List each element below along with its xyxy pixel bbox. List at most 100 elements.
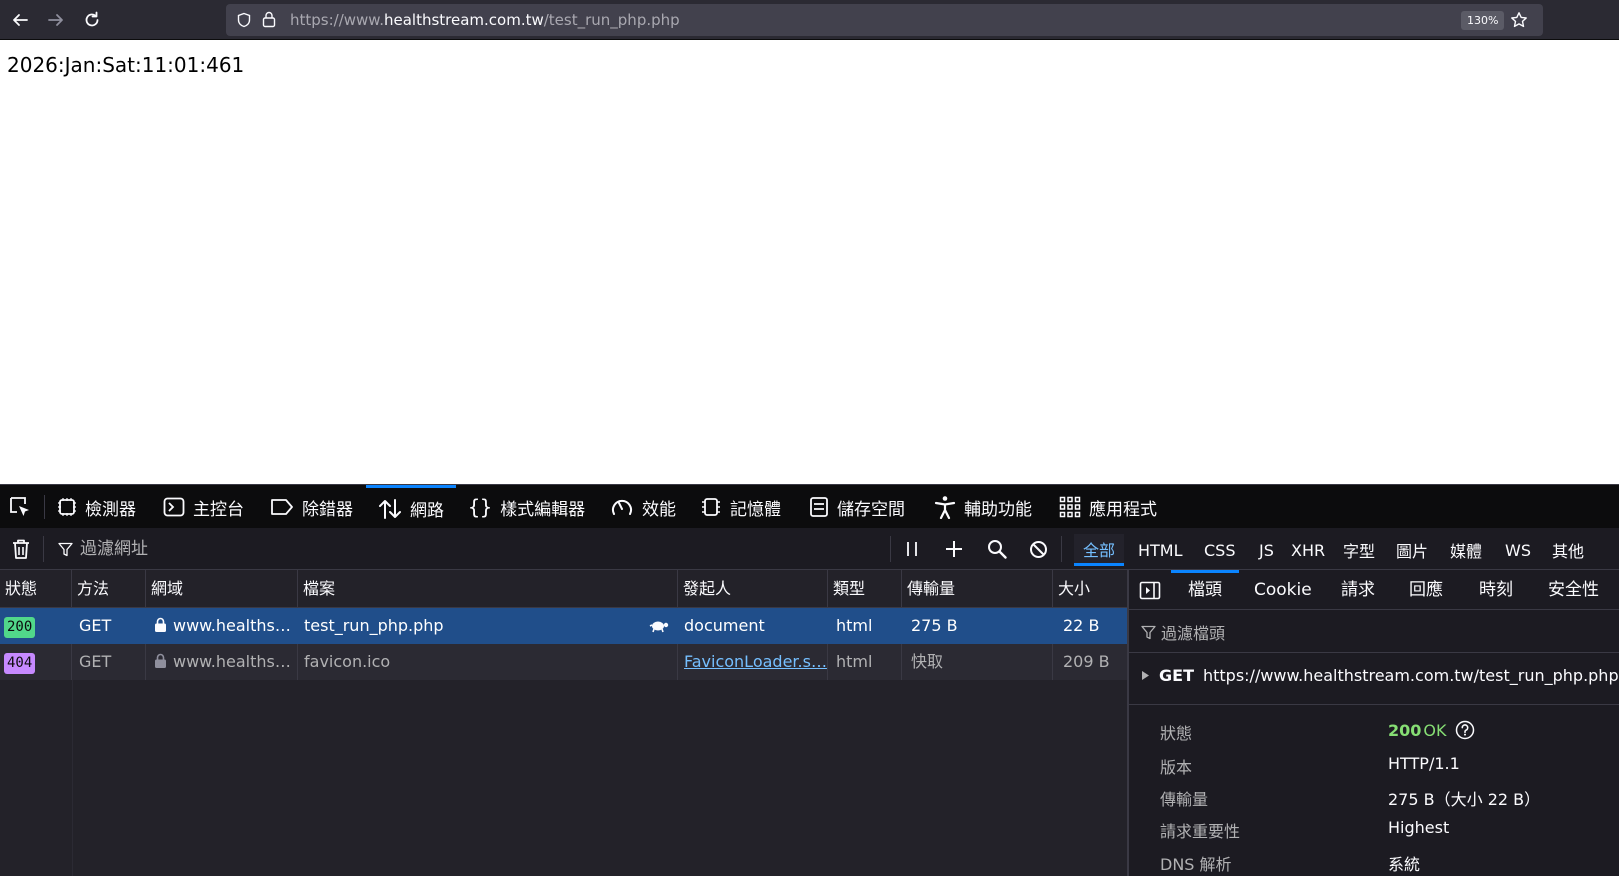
status-code-badge: 200 [4,617,36,638]
page-date-text: 2026:Jan:Sat:11:01:461 [7,53,245,77]
browser-toolbar: https://www.healthstream.com.tw/test_run… [0,0,1619,40]
tab-label: 儲存空間 [837,499,905,520]
type-filter-ws[interactable]: WS [1496,534,1540,566]
tab-console[interactable]: 主控台 [163,485,244,529]
col-header-status[interactable]: 狀態 [0,570,72,608]
tab-network[interactable]: 網路 [366,485,456,529]
tab-application[interactable]: 應用程式 [1059,485,1157,529]
domain-text: www.healths… [173,616,291,635]
expand-triangle-icon [1142,671,1149,680]
tab-label: 輔助功能 [964,499,1032,520]
col-header-domain[interactable]: 網域 [146,570,298,608]
details-tab-cookies[interactable]: Cookie [1254,570,1312,610]
filter-headers-field[interactable]: 過濾檔頭 [1141,620,1225,644]
element-picker-button[interactable] [8,485,32,529]
tab-debugger[interactable]: 除錯器 [270,485,353,529]
url-path: /test_run_php.php [543,11,680,29]
toggle-sidebar-icon[interactable] [1139,581,1161,600]
request-url: https://www.healthstream.com.tw/test_run… [1202,666,1619,685]
divider [1129,652,1619,653]
cell-domain: www.healths… [146,644,298,680]
cell-method: GET [72,644,146,680]
reload-button[interactable] [80,8,104,32]
reload-icon [85,11,99,27]
tab-accessibility[interactable]: 輔助功能 [934,485,1032,529]
forward-button[interactable] [44,8,68,32]
version-value: HTTP/1.1 [1388,754,1460,773]
cell-status: 200 [0,608,72,644]
url-host: healthstream.com.tw [383,11,544,29]
version-label: 版本 [1160,758,1193,777]
cell-type: html [828,608,902,644]
type-filter-all[interactable]: 全部 [1074,534,1125,566]
type-filter-xhr[interactable]: XHR [1282,534,1334,566]
pause-icon[interactable] [905,541,919,557]
devtools-panel: 檢測器 主控台 除錯器 網路 {} 樣式編輯器 效能 記憶體 儲存空間 輔助功能… [0,484,1619,876]
details-tab-headers[interactable]: 檔頭 [1171,570,1239,610]
status-label: 狀態 [1160,724,1193,743]
col-header-file[interactable]: 檔案 [298,570,678,608]
col-header-initiator[interactable]: 發起人 [678,570,828,608]
file-name: test_run_php.php [304,616,444,635]
col-header-type[interactable]: 類型 [828,570,902,608]
type-filter-images[interactable]: 圖片 [1387,534,1437,566]
divider [1129,704,1619,705]
tab-style-editor[interactable]: {} 樣式編輯器 [468,485,585,529]
zoom-level-badge[interactable]: 130% [1461,11,1505,30]
url-bar[interactable]: https://www.healthstream.com.tw/test_run… [226,4,1543,36]
lock-icon [155,617,166,632]
request-summary-toggle[interactable]: GET https://www.healthstream.com.tw/test… [1141,666,1619,685]
cell-domain: www.healths… [146,608,298,644]
status-text: OK [1423,720,1447,740]
tab-label: 主控台 [193,499,244,520]
tab-label: 應用程式 [1089,499,1157,520]
performance-icon [612,499,632,515]
plus-icon[interactable] [945,540,963,558]
col-header-size[interactable]: 大小 [1053,570,1128,608]
page-content: 2026:Jan:Sat:11:01:461 [0,41,1619,484]
tracker-turtle-icon [649,621,669,633]
block-icon[interactable] [1029,540,1048,559]
type-filter-css[interactable]: CSS [1195,534,1244,566]
cell-initiator: document [678,608,828,644]
details-tab-security[interactable]: 安全性 [1548,570,1599,610]
accessibility-icon [934,496,956,519]
table-header-row: 狀態 方法 網域 檔案 發起人 類型 傳輸量 大小 [0,570,1128,608]
trash-icon[interactable] [11,538,31,560]
bookmark-star-icon[interactable] [1510,11,1528,29]
url-text[interactable]: https://www.healthstream.com.tw/test_run… [290,11,680,29]
cell-file: test_run_php.php [298,608,678,644]
tab-memory[interactable]: 記憶體 [700,485,781,529]
col-header-transferred[interactable]: 傳輸量 [902,570,1053,608]
details-tab-timings[interactable]: 時刻 [1479,570,1513,610]
type-filter-fonts[interactable]: 字型 [1334,534,1384,566]
type-filter-media[interactable]: 媒體 [1441,534,1491,566]
domain-text: www.healths… [173,652,291,671]
tab-storage[interactable]: 儲存空間 [809,485,905,529]
details-tab-response[interactable]: 回應 [1409,570,1443,610]
element-picker-icon [10,497,29,516]
table-row[interactable]: 200 GET www.healths… test_run_php.php do… [0,608,1128,644]
initiator-link[interactable]: FaviconLoader.s… [684,652,827,671]
console-icon [163,497,185,517]
status-code-badge: 404 [4,653,36,674]
col-header-method[interactable]: 方法 [72,570,146,608]
tab-label: 除錯器 [302,499,353,520]
search-icon[interactable] [987,539,1007,559]
type-filter-other[interactable]: 其他 [1543,534,1593,566]
request-details-pane: 檔頭 Cookie 請求 回應 時刻 安全性 過濾檔頭 GET https://… [1128,570,1619,876]
cell-transferred: 275 B [902,608,1053,644]
type-filter-js[interactable]: JS [1250,534,1283,566]
table-row[interactable]: 404 GET www.healths… favicon.ico Favicon… [0,644,1128,680]
tab-performance[interactable]: 效能 [610,485,676,529]
cell-size: 22 B [1063,616,1100,635]
back-button[interactable] [8,8,32,32]
filter-urls-input[interactable] [58,536,858,562]
details-tab-request[interactable]: 請求 [1341,570,1375,610]
tab-label: 網路 [410,501,444,521]
type-filter-html[interactable]: HTML [1129,534,1192,566]
cell-transferred: 快取 [902,644,1053,680]
help-question-icon[interactable] [1455,720,1475,740]
tab-inspector[interactable]: 檢測器 [57,485,136,529]
lock-icon [155,653,166,668]
